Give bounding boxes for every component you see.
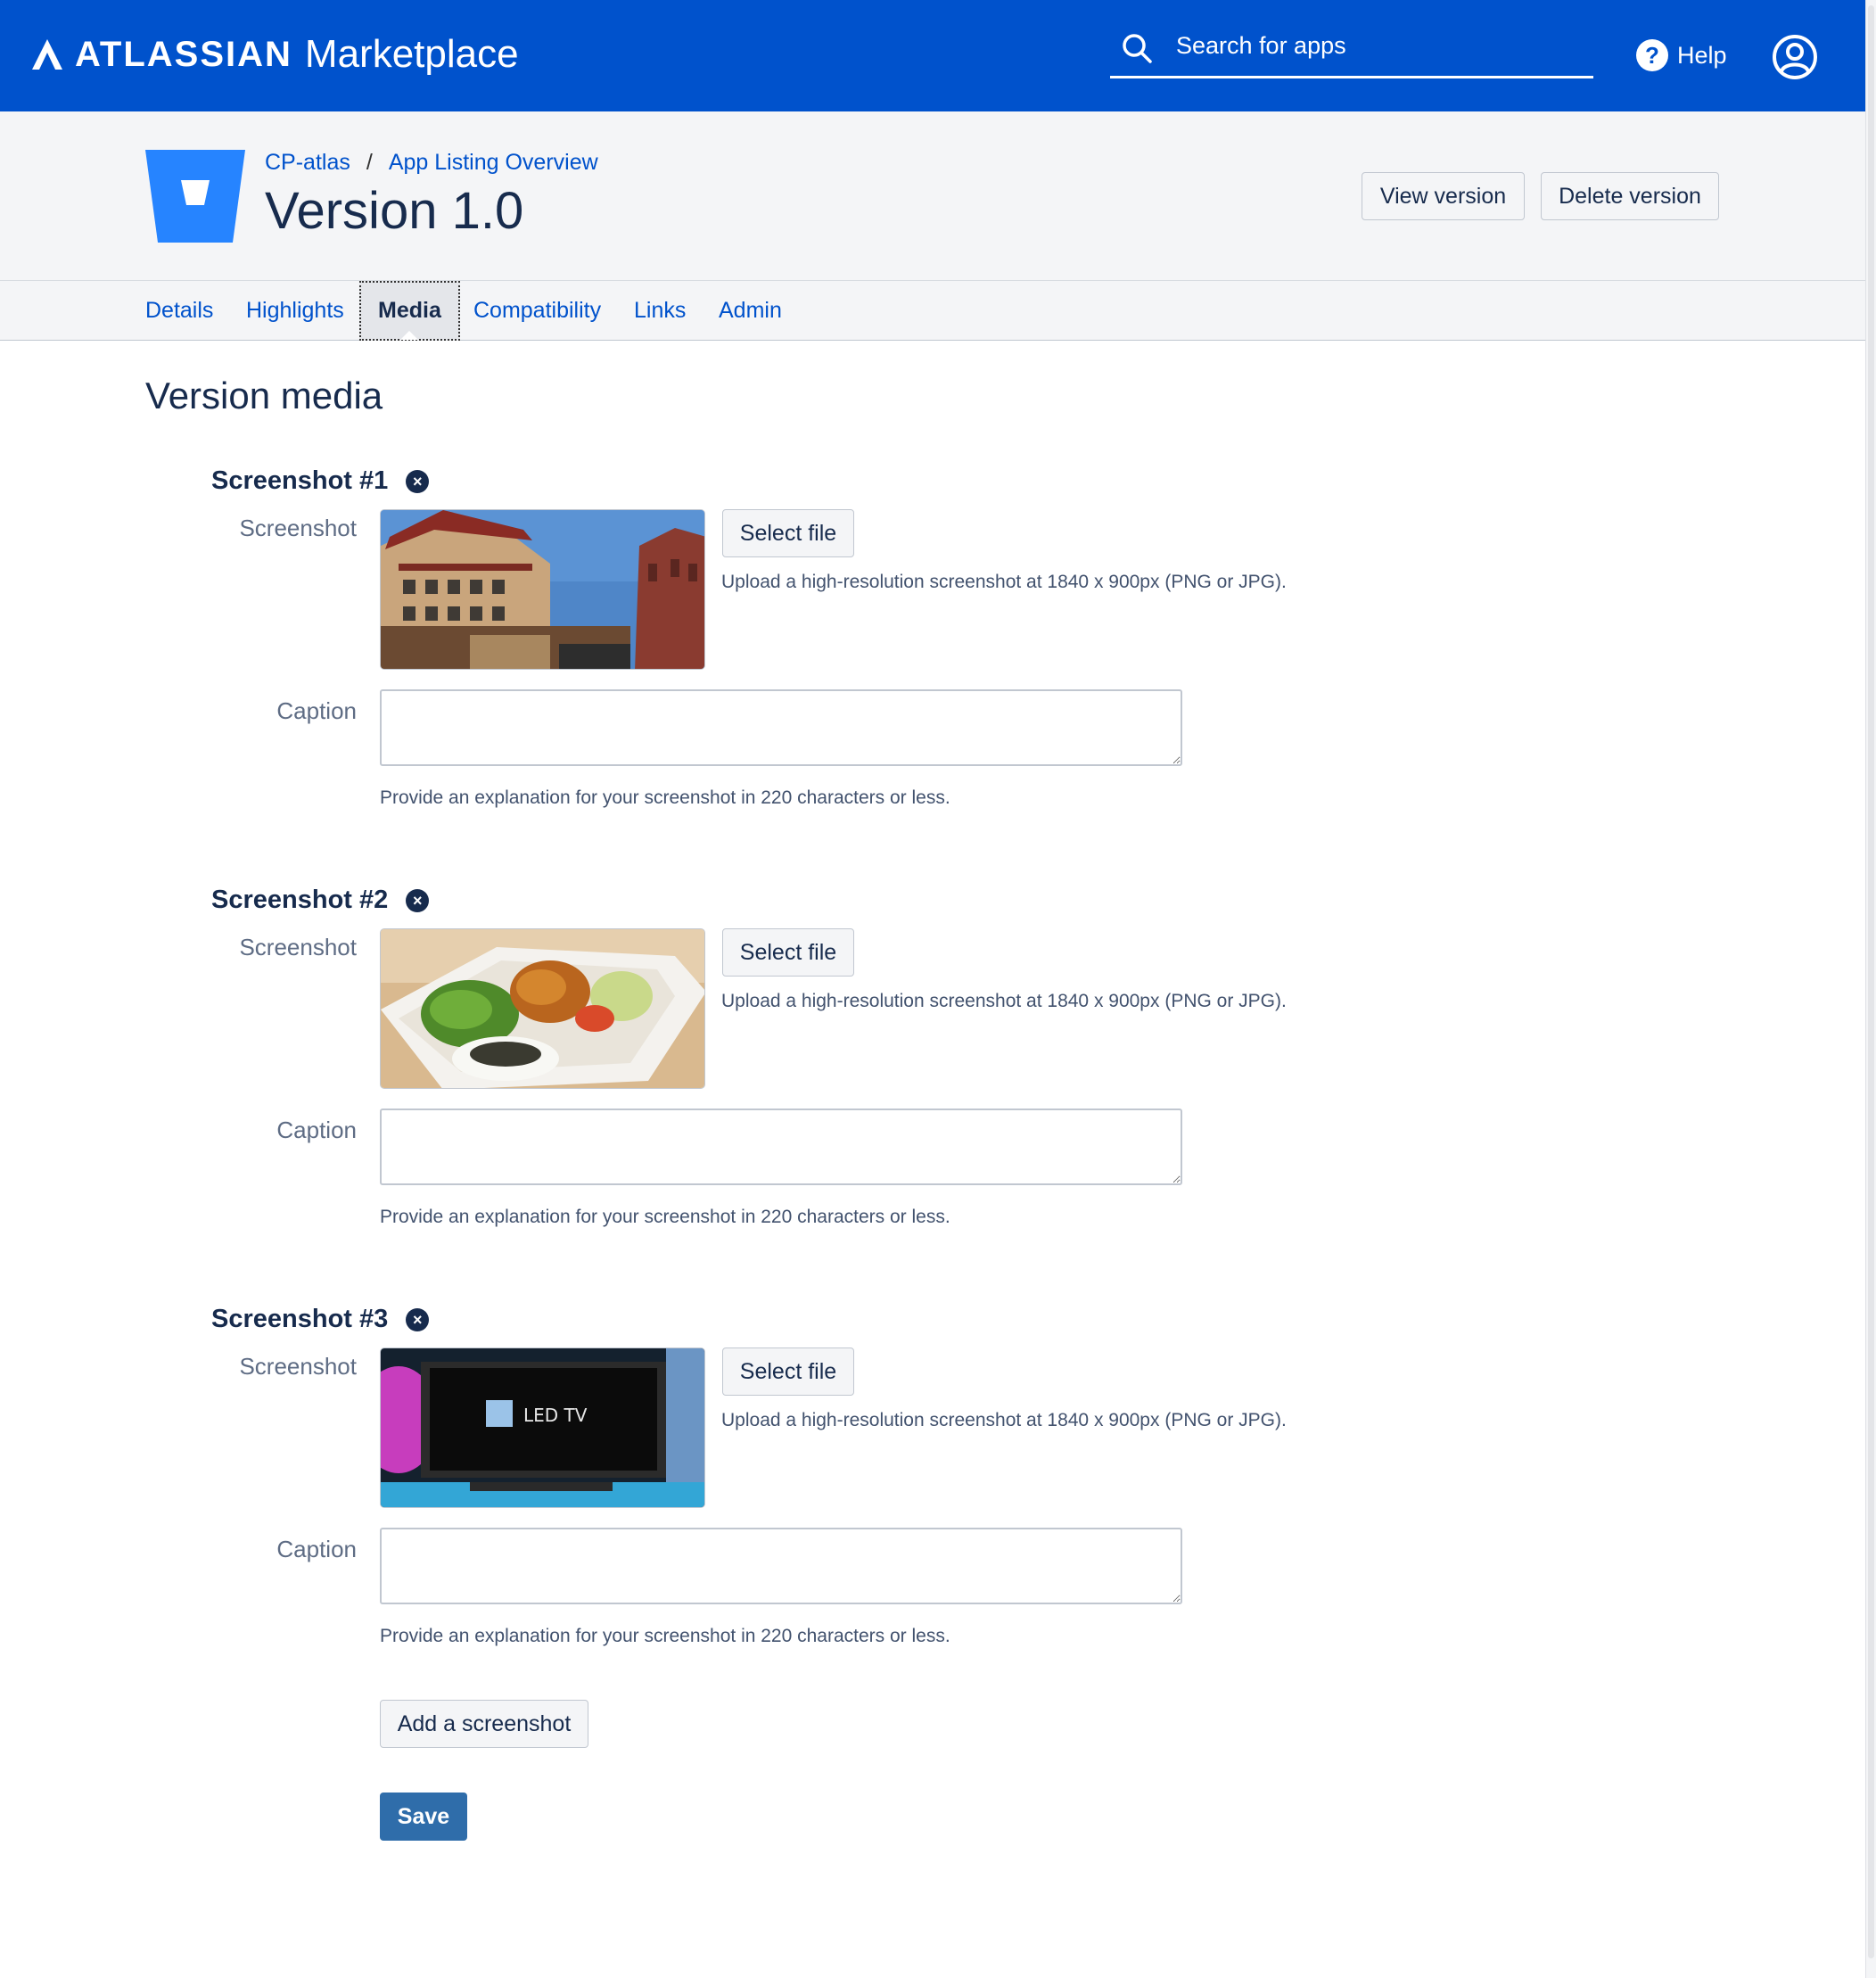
bento-box-photo — [381, 929, 704, 1088]
screenshot-label: Screenshot — [239, 1353, 357, 1380]
brand-name: ATLASSIAN — [75, 34, 292, 74]
breadcrumb-app[interactable]: CP-atlas — [265, 150, 350, 176]
select-file-button[interactable]: Select file — [722, 509, 854, 557]
breadcrumb-app-listing-overview[interactable]: App Listing Overview — [389, 150, 598, 176]
caption-label: Caption — [276, 697, 357, 724]
tab-details[interactable]: Details — [145, 281, 213, 341]
screenshot-title: Screenshot #1 — [211, 466, 389, 495]
save-button[interactable]: Save — [380, 1793, 467, 1841]
tab-media[interactable]: Media — [359, 281, 460, 341]
caption-hint: Provide an explanation for your screensh… — [380, 787, 950, 808]
atlassian-logo-icon — [32, 39, 62, 70]
help-link[interactable]: ? Help — [1636, 37, 1727, 73]
help-label: Help — [1677, 41, 1727, 69]
remove-screenshot-icon[interactable]: × — [406, 469, 430, 493]
screenshot-title: Screenshot #3 — [211, 1305, 389, 1333]
page-header: CP-atlas / App Listing Overview Version … — [0, 111, 1865, 281]
screenshot-thumbnail — [380, 509, 705, 670]
product-name: Marketplace — [304, 32, 519, 76]
tab-admin[interactable]: Admin — [719, 281, 782, 341]
screenshot-heading: Screenshot #2 × — [211, 886, 430, 915]
tab-compatibility[interactable]: Compatibility — [473, 281, 601, 341]
caption-label: Caption — [276, 1117, 357, 1143]
screenshot-thumbnail: LED TV — [380, 1348, 705, 1508]
search-icon — [1123, 34, 1152, 63]
led-tv-photo: LED TV — [381, 1348, 704, 1507]
caption-hint: Provide an explanation for your screensh… — [380, 1626, 950, 1646]
select-file-button[interactable]: Select file — [722, 1348, 854, 1396]
caption-field[interactable] — [380, 689, 1182, 766]
scrollbar-thumb[interactable] — [1868, 5, 1874, 1958]
tab-bar: Details Highlights Media Compatibility L… — [0, 281, 1865, 341]
caption-field[interactable] — [380, 1528, 1182, 1604]
screenshot-group: Screenshot #3 × Screenshot LED TV Select… — [0, 1305, 1865, 1688]
upload-hint: Upload a high-resolution screenshot at 1… — [721, 1410, 1287, 1430]
tab-highlights[interactable]: Highlights — [246, 281, 344, 341]
app-logo-icon — [145, 150, 245, 243]
screenshot-title: Screenshot #2 — [211, 886, 389, 914]
screenshot-heading: Screenshot #1 × — [211, 466, 430, 496]
add-screenshot-button[interactable]: Add a screenshot — [380, 1700, 588, 1748]
screenshot-label: Screenshot — [239, 515, 357, 541]
scrollbar[interactable] — [1865, 0, 1876, 1978]
view-version-button[interactable]: View version — [1362, 172, 1525, 220]
help-icon: ? — [1636, 39, 1668, 71]
upload-hint: Upload a high-resolution screenshot at 1… — [721, 572, 1287, 592]
screenshot-group: Screenshot #1 × Screenshot Select file U… — [0, 466, 1865, 850]
screenshot-group: Screenshot #2 × Screenshot Select file U… — [0, 886, 1865, 1269]
atlassian-marketplace-logo[interactable]: ATLASSIAN Marketplace — [30, 32, 519, 77]
remove-screenshot-icon[interactable]: × — [406, 1307, 430, 1331]
section-title: Version media — [145, 375, 383, 416]
caption-hint: Provide an explanation for your screensh… — [380, 1207, 950, 1227]
page-title: Version 1.0 — [265, 182, 524, 240]
screenshot-thumbnail — [380, 928, 705, 1089]
active-tab-caret — [400, 331, 419, 340]
breadcrumb-separator: / — [366, 150, 373, 175]
screenshot-heading: Screenshot #3 × — [211, 1305, 430, 1334]
led-tv-text: LED TV — [523, 1405, 588, 1426]
remove-screenshot-icon[interactable]: × — [406, 888, 430, 912]
caption-field[interactable] — [380, 1109, 1182, 1185]
tab-media-label: Media — [378, 298, 441, 323]
search-bar[interactable]: Search for apps — [1110, 20, 1593, 78]
chinatown-building-photo — [381, 510, 704, 669]
upload-hint: Upload a high-resolution screenshot at 1… — [721, 991, 1287, 1011]
search-input[interactable]: Search for apps — [1176, 32, 1346, 60]
delete-version-button[interactable]: Delete version — [1541, 172, 1719, 220]
caption-label: Caption — [276, 1536, 357, 1562]
breadcrumb: CP-atlas / App Listing Overview — [265, 150, 598, 176]
screenshot-label: Screenshot — [239, 934, 357, 960]
page: ATLASSIAN Marketplace Search for apps ? … — [0, 0, 1865, 1978]
top-navigation: ATLASSIAN Marketplace Search for apps ? … — [0, 0, 1865, 111]
select-file-button[interactable]: Select file — [722, 928, 854, 977]
user-avatar-icon[interactable] — [1772, 34, 1818, 80]
tab-links[interactable]: Links — [634, 281, 686, 341]
